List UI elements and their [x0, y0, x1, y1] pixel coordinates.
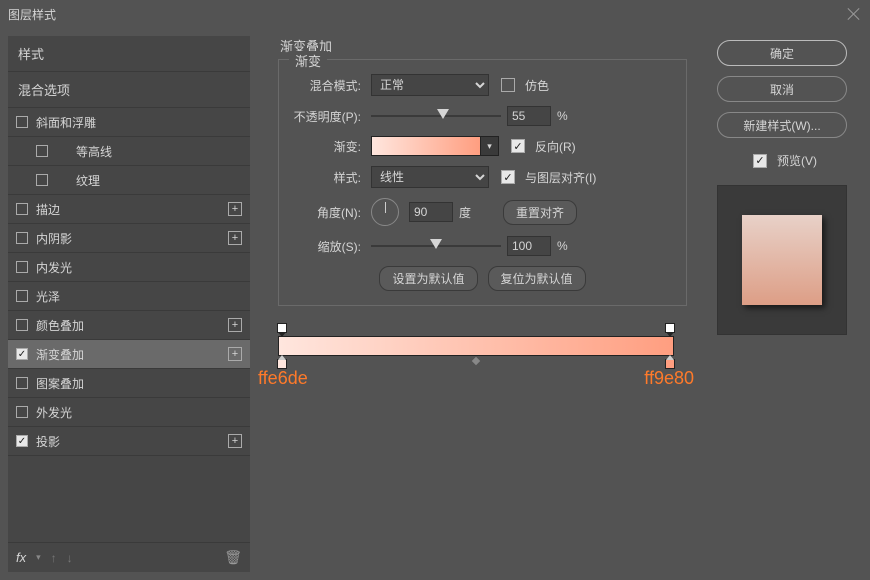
sidebar-item-label: 内阴影	[36, 230, 228, 247]
midpoint-diamond-icon[interactable]	[472, 357, 480, 365]
sidebar-item-label: 光泽	[36, 288, 242, 305]
sidebar-item-label: 颜色叠加	[36, 317, 228, 334]
percent-unit: %	[557, 109, 568, 123]
opacity-stop-left[interactable]	[277, 323, 287, 333]
close-icon[interactable]	[846, 6, 862, 22]
sidebar-item-1[interactable]: 等高线	[8, 137, 250, 166]
opacity-value[interactable]: 55	[507, 106, 551, 126]
style-checkbox[interactable]	[16, 203, 28, 215]
sidebar-item-label: 投影	[36, 433, 228, 450]
cancel-button[interactable]: 取消	[717, 76, 847, 102]
arrow-up-icon[interactable]: ↑	[51, 551, 57, 565]
right-color-annotation: ff9e80	[644, 368, 694, 389]
arrow-down-icon[interactable]: ↓	[67, 551, 73, 565]
angle-value[interactable]: 90	[409, 202, 453, 222]
ok-button[interactable]: 确定	[717, 40, 847, 66]
reset-default-button[interactable]: 复位为默认值	[488, 266, 586, 291]
scale-value[interactable]: 100	[507, 236, 551, 256]
preview-box	[717, 185, 847, 335]
gradient-editor[interactable]: ffe6de ff9e80	[278, 336, 674, 356]
blend-mode-label: 混合模式:	[289, 77, 365, 94]
style-checkbox[interactable]	[16, 319, 28, 331]
style-checkbox[interactable]	[36, 145, 48, 157]
style-checkbox[interactable]	[16, 116, 28, 128]
sidebar-item-2[interactable]: 纹理	[8, 166, 250, 195]
style-checkbox[interactable]: ✓	[16, 435, 28, 447]
align-checkbox[interactable]: ✓	[501, 170, 515, 184]
new-style-button[interactable]: 新建样式(W)...	[717, 112, 847, 138]
sidebar-item-label: 图案叠加	[36, 375, 242, 392]
sidebar-item-label: 外发光	[36, 404, 242, 421]
percent-unit-2: %	[557, 239, 568, 253]
plus-icon[interactable]: +	[228, 347, 242, 361]
left-color-annotation: ffe6de	[258, 368, 308, 389]
plus-icon[interactable]: +	[228, 202, 242, 216]
dropdown-caret-icon[interactable]: ▾	[36, 552, 41, 563]
plus-icon[interactable]: +	[228, 318, 242, 332]
reverse-checkbox[interactable]: ✓	[511, 139, 525, 153]
style-checkbox[interactable]	[16, 261, 28, 273]
settings-panel: 渐变叠加 渐变 混合模式: 正常 仿色 不透明度(P): 55 % 渐变: ▾	[260, 36, 692, 572]
plus-icon[interactable]: +	[228, 434, 242, 448]
blend-mode-select[interactable]: 正常	[371, 74, 489, 96]
sidebar-item-label: 等高线	[56, 143, 242, 160]
gradient-dropdown-icon[interactable]: ▾	[481, 136, 499, 156]
window-title: 图层样式	[8, 6, 846, 23]
preview-checkbox[interactable]: ✓	[753, 154, 767, 168]
style-checkbox[interactable]	[16, 232, 28, 244]
sidebar-header-blend[interactable]: 混合选项	[8, 72, 250, 108]
preview-swatch	[742, 215, 822, 305]
scale-slider[interactable]	[371, 237, 501, 255]
sidebar-footer: fx ▾ ↑ ↓ 🗑	[8, 542, 250, 572]
style-checkbox[interactable]: ✓	[16, 348, 28, 360]
sidebar-item-label: 渐变叠加	[36, 346, 228, 363]
sidebar-item-6[interactable]: 光泽	[8, 282, 250, 311]
opacity-label: 不透明度(P):	[289, 108, 365, 125]
sidebar-header-styles[interactable]: 样式	[8, 36, 250, 72]
styles-sidebar: 样式 混合选项 斜面和浮雕等高线纹理描边+内阴影+内发光光泽颜色叠加+✓渐变叠加…	[8, 36, 250, 572]
opacity-slider[interactable]	[371, 107, 501, 125]
degree-unit: 度	[459, 204, 471, 221]
sidebar-item-0[interactable]: 斜面和浮雕	[8, 108, 250, 137]
style-checkbox[interactable]	[16, 290, 28, 302]
reverse-label: 反向(R)	[535, 138, 576, 155]
sidebar-item-3[interactable]: 描边+	[8, 195, 250, 224]
sidebar-item-label: 描边	[36, 201, 228, 218]
trash-icon[interactable]: 🗑	[224, 549, 242, 566]
set-default-button[interactable]: 设置为默认值	[379, 266, 477, 291]
sidebar-item-7[interactable]: 颜色叠加+	[8, 311, 250, 340]
sidebar-item-8[interactable]: ✓ 渐变叠加+	[8, 340, 250, 369]
preview-label: 预览(V)	[777, 152, 817, 169]
sidebar-item-11[interactable]: ✓ 投影+	[8, 427, 250, 456]
style-label: 样式:	[289, 169, 365, 186]
opacity-stop-right[interactable]	[665, 323, 675, 333]
scale-label: 缩放(S):	[289, 238, 365, 255]
style-checkbox[interactable]	[36, 174, 48, 186]
dither-checkbox[interactable]	[501, 78, 515, 92]
panel-title: 渐变叠加	[280, 36, 692, 55]
fx-icon[interactable]: fx	[16, 550, 26, 565]
style-select[interactable]: 线性	[371, 166, 489, 188]
action-panel: 确定 取消 新建样式(W)... ✓ 预览(V)	[702, 36, 862, 572]
sidebar-item-label: 斜面和浮雕	[36, 114, 242, 131]
reset-align-button[interactable]: 重置对齐	[503, 200, 577, 225]
title-bar: 图层样式	[0, 0, 870, 28]
sidebar-item-5[interactable]: 内发光	[8, 253, 250, 282]
gradient-swatch[interactable]	[371, 136, 481, 156]
sidebar-item-4[interactable]: 内阴影+	[8, 224, 250, 253]
sidebar-item-10[interactable]: 外发光	[8, 398, 250, 427]
plus-icon[interactable]: +	[228, 231, 242, 245]
gradient-label: 渐变:	[289, 138, 365, 155]
style-checkbox[interactable]	[16, 377, 28, 389]
fieldset-legend: 渐变	[289, 51, 327, 70]
angle-label: 角度(N):	[289, 204, 365, 221]
sidebar-item-9[interactable]: 图案叠加	[8, 369, 250, 398]
style-checkbox[interactable]	[16, 406, 28, 418]
align-label: 与图层对齐(I)	[525, 169, 596, 186]
dither-label: 仿色	[525, 77, 549, 94]
sidebar-item-label: 内发光	[36, 259, 242, 276]
angle-dial[interactable]	[371, 198, 399, 226]
sidebar-item-label: 纹理	[56, 172, 242, 189]
gradient-bar[interactable]	[278, 336, 674, 356]
